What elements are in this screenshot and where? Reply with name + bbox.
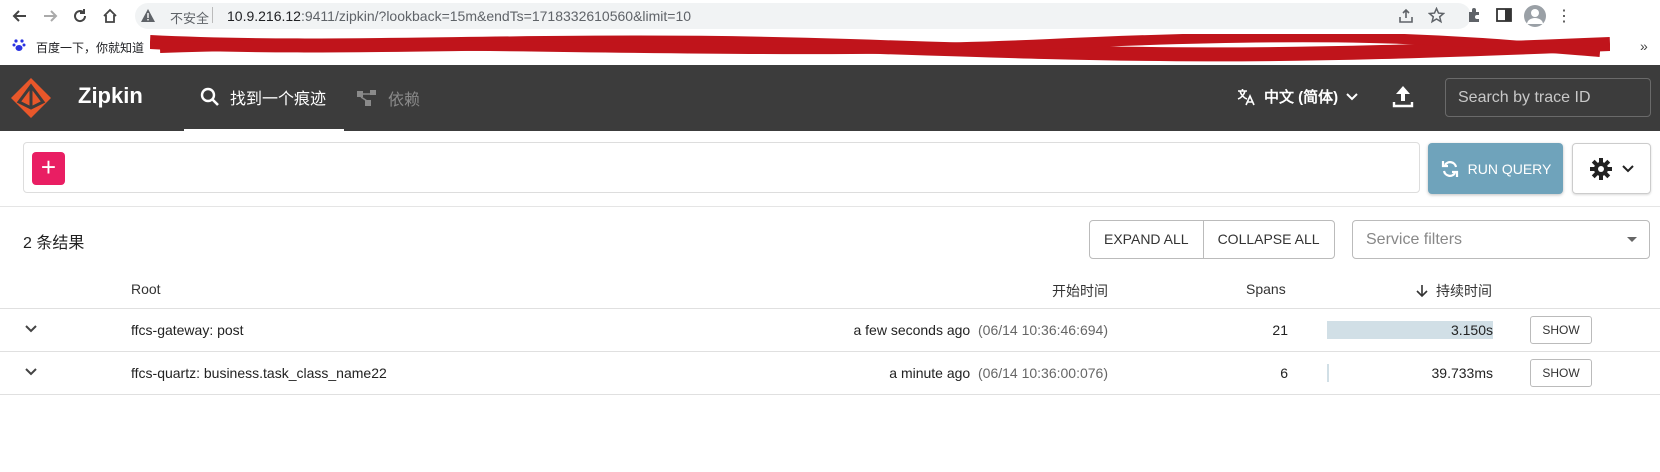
translate-icon xyxy=(1237,88,1255,105)
reload-icon[interactable] xyxy=(68,4,92,28)
root-span-name: ffcs-gateway: post xyxy=(131,322,244,338)
root-span-name: ffcs-quartz: business.task_class_name22 xyxy=(131,365,387,381)
dependencies-icon xyxy=(357,90,376,106)
trace-id-search-input[interactable] xyxy=(1445,78,1651,117)
url-host: 10.9.216.12 xyxy=(227,8,301,24)
duration-value: 3.150s xyxy=(1450,322,1493,338)
relative-time: a few seconds ago xyxy=(853,322,971,338)
back-arrow-icon[interactable] xyxy=(8,4,32,28)
row-divider xyxy=(0,351,1660,352)
column-header-root[interactable]: Root xyxy=(131,281,161,297)
service-filters-placeholder: Service filters xyxy=(1366,231,1463,248)
span-count: 21 xyxy=(1272,322,1288,338)
start-time: a minute ago (06/14 10:36:00:076) xyxy=(889,365,1108,381)
duration-value: 39.733ms xyxy=(1431,365,1493,381)
section-divider xyxy=(0,206,1660,207)
settings-button[interactable] xyxy=(1572,143,1651,194)
star-icon[interactable] xyxy=(1427,6,1446,29)
zipkin-logo-icon xyxy=(10,77,52,124)
chevron-down-icon xyxy=(1621,164,1634,172)
expand-collapse-group: EXPAND ALL COLLAPSE ALL xyxy=(1089,220,1335,259)
query-criteria-box[interactable] xyxy=(23,142,1420,193)
side-panel-icon[interactable] xyxy=(1496,8,1512,27)
column-header-duration[interactable]: 持续时间 xyxy=(1416,281,1492,301)
language-selector[interactable]: 中文 (简体) xyxy=(1236,86,1358,107)
add-criteria-button[interactable]: + xyxy=(32,152,65,185)
relative-time: a minute ago xyxy=(889,365,971,381)
upload-icon[interactable] xyxy=(1392,84,1414,113)
duration-bar xyxy=(1327,364,1329,382)
language-label: 中文 (简体) xyxy=(1264,89,1339,106)
redaction-scribble xyxy=(150,34,1610,62)
tab-find-trace[interactable]: 找到一个痕迹 xyxy=(184,65,344,131)
span-count: 6 xyxy=(1280,365,1288,381)
search-icon xyxy=(200,87,219,106)
expand-row-chevron-icon[interactable] xyxy=(24,365,38,379)
app-brand[interactable]: Zipkin xyxy=(78,83,143,109)
tab-dependencies[interactable]: 依赖 xyxy=(356,65,420,131)
share-icon[interactable] xyxy=(1398,8,1414,29)
url-path: :9411/zipkin/?lookback=15m&endTs=1718332… xyxy=(300,8,692,24)
absolute-time: (06/14 10:36:00:076) xyxy=(978,365,1108,381)
bookmark-baidu[interactable]: 百度一下，你就知道 xyxy=(36,39,144,56)
expand-all-button[interactable]: EXPAND ALL xyxy=(1090,221,1203,258)
address-divider xyxy=(212,7,213,23)
column-header-start-time[interactable]: 开始时间 xyxy=(1052,281,1108,301)
show-trace-button[interactable]: SHOW xyxy=(1530,316,1592,344)
service-filters-select[interactable]: Service filters xyxy=(1352,220,1650,259)
sort-arrow-down-icon xyxy=(1416,285,1428,298)
profile-avatar-icon[interactable] xyxy=(1524,5,1546,27)
dropdown-caret-icon xyxy=(1627,237,1637,242)
row-divider xyxy=(0,394,1660,395)
absolute-time: (06/14 10:36:46:694) xyxy=(978,322,1108,338)
browser-toolbar: 不安全 10.9.216.12:9411/zipkin/?lookback=15… xyxy=(0,0,1660,62)
column-header-spans[interactable]: Spans xyxy=(1246,281,1286,297)
bookmarks-overflow[interactable]: » xyxy=(1640,38,1648,54)
show-trace-button[interactable]: SHOW xyxy=(1530,359,1592,387)
extensions-icon[interactable] xyxy=(1466,7,1482,28)
baidu-paw-icon xyxy=(12,38,26,57)
app-header: Zipkin 找到一个痕迹 依赖 中文 (简体) xyxy=(0,65,1660,131)
tab-label: 依赖 xyxy=(388,92,421,109)
security-label: 不安全 xyxy=(170,11,210,26)
browser-menu-icon[interactable]: ⋮ xyxy=(1556,6,1572,26)
refresh-icon xyxy=(1441,160,1458,177)
forward-arrow-icon[interactable] xyxy=(38,4,62,28)
warning-icon[interactable] xyxy=(141,9,155,27)
tab-label: 找到一个痕迹 xyxy=(230,91,327,108)
table-header-divider xyxy=(0,308,1660,309)
gear-icon xyxy=(1589,157,1612,180)
run-query-label: RUN QUERY xyxy=(1467,160,1552,177)
expand-row-chevron-icon[interactable] xyxy=(24,322,38,336)
duration-header-label: 持续时间 xyxy=(1436,283,1492,299)
run-query-button[interactable]: RUN QUERY xyxy=(1428,143,1563,194)
collapse-all-button[interactable]: COLLAPSE ALL xyxy=(1202,221,1334,258)
start-time: a few seconds ago (06/14 10:36:46:694) xyxy=(853,322,1108,338)
home-icon[interactable] xyxy=(98,4,122,28)
chevron-down-icon xyxy=(1346,92,1358,100)
url-text[interactable]: 10.9.216.12:9411/zipkin/?lookback=15m&en… xyxy=(227,8,691,24)
results-count: 2 条结果 xyxy=(23,235,85,252)
